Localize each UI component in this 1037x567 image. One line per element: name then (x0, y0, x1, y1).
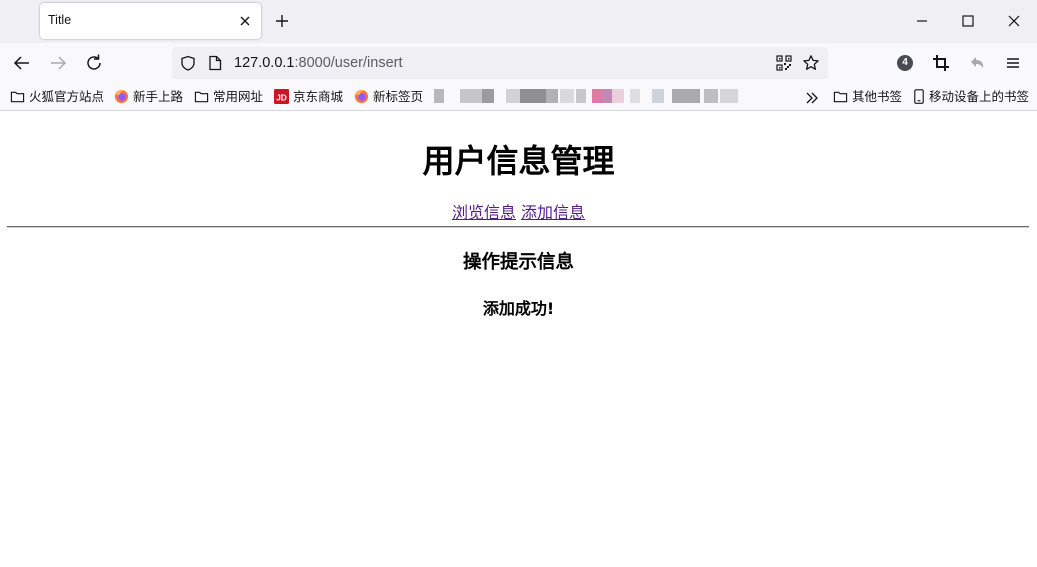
section-title: 操作提示信息 (462, 252, 574, 273)
folder-icon (194, 91, 209, 103)
bookmark-star-icon[interactable] (802, 54, 820, 72)
navigation-toolbar: 127.0.0.1:8000/user/insert 4 (0, 43, 1037, 83)
extension-badge[interactable]: 4 (897, 55, 913, 71)
tracking-protection-shield-icon[interactable] (180, 55, 196, 71)
page-title: 用户信息管理 (422, 142, 615, 180)
mobile-icon (914, 89, 924, 104)
page-info-icon[interactable] (208, 55, 222, 71)
bookmark-item[interactable]: 新标签页 (354, 88, 423, 106)
bookmark-label: 新手上路 (133, 90, 184, 104)
browser-tab[interactable]: Title (40, 3, 261, 39)
url-bar[interactable]: 127.0.0.1:8000/user/insert (172, 47, 828, 79)
reload-icon[interactable] (83, 52, 105, 74)
tab-strip: Title (0, 0, 1037, 43)
folder-icon (10, 91, 25, 103)
bookmark-item[interactable]: 常用网址 (194, 88, 263, 106)
divider (7, 226, 1029, 228)
svg-text:JD: JD (276, 92, 287, 102)
bookmark-label: 京东商城 (293, 90, 344, 104)
qr-code-icon[interactable] (776, 55, 792, 71)
forward-arrow-icon[interactable] (47, 52, 69, 74)
url-host: 127.0.0.1 (234, 55, 295, 71)
browse-info-link[interactable]: 浏览信息 (452, 203, 516, 222)
url-path: :8000/user/insert (294, 55, 403, 71)
bookmark-item[interactable]: 新手上路 (114, 88, 183, 106)
url-text[interactable]: 127.0.0.1:8000/user/insert (234, 55, 403, 71)
add-info-link[interactable]: 添加信息 (521, 203, 585, 222)
page-nav-links: 浏览信息 添加信息 (0, 199, 1037, 223)
back-arrow-icon[interactable] (11, 52, 33, 74)
bookmark-label: 常用网址 (213, 90, 264, 104)
bookmarks-toolbar: 火狐官方站点 新手上路 常用网址 JD 京东商城 新标签页 其他书签 移动设备上… (0, 83, 1037, 111)
close-window-icon[interactable] (1004, 11, 1024, 31)
bookmark-item[interactable]: 火狐官方站点 (10, 88, 104, 106)
minimize-icon[interactable] (912, 11, 932, 31)
mobile-bookmarks[interactable]: 移动设备上的书签 (913, 88, 1029, 106)
bookmark-label: 其他书签 (852, 90, 903, 104)
crop-screenshot-icon[interactable] (931, 53, 951, 73)
new-tab-icon[interactable] (272, 11, 292, 31)
folder-icon (833, 91, 848, 103)
maximize-icon[interactable] (958, 11, 978, 31)
bookmark-item[interactable]: JD 京东商城 (274, 88, 343, 106)
more-bookmarks-chevron-icon[interactable] (804, 90, 820, 106)
bookmark-label: 火狐官方站点 (29, 90, 105, 104)
bookmark-label: 移动设备上的书签 (929, 90, 1030, 104)
page-content: 用户信息管理 浏览信息 添加信息 操作提示信息 添加成功! (0, 112, 1037, 567)
firefox-icon (114, 89, 129, 104)
tab-title: Title (48, 13, 72, 27)
status-message: 添加成功! (482, 299, 555, 318)
menu-hamburger-icon[interactable] (1003, 53, 1023, 73)
undo-icon[interactable] (967, 53, 987, 73)
other-bookmarks[interactable]: 其他书签 (833, 88, 902, 106)
jd-icon: JD (274, 89, 289, 104)
bookmark-label: 新标签页 (373, 90, 424, 104)
close-tab-icon[interactable] (236, 12, 254, 30)
firefox-icon (354, 89, 369, 104)
